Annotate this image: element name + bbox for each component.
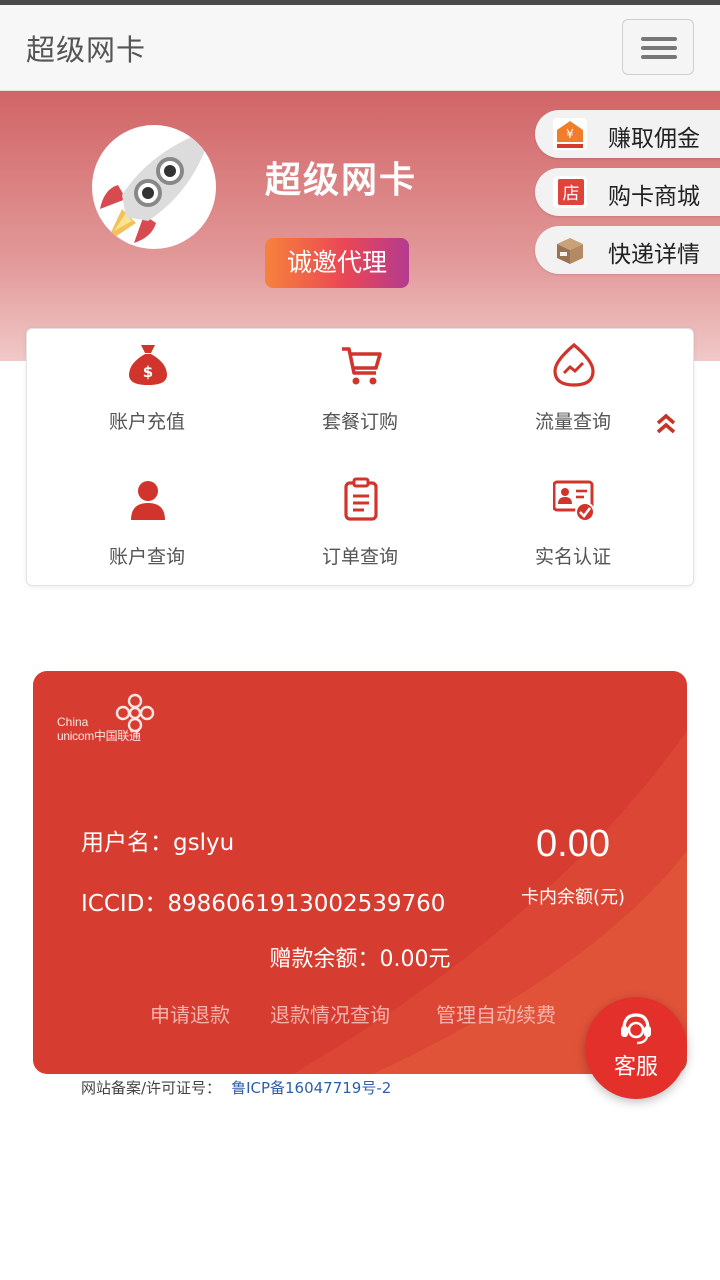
side-link-label: 快递详情	[608, 242, 700, 268]
card-balance-value: 0.00	[536, 823, 610, 865]
clipboard-icon	[344, 477, 378, 521]
hamburger-icon	[641, 37, 677, 41]
navbar: 超级网卡	[0, 5, 720, 91]
iccid-value: 89860619130025397​60	[167, 891, 446, 917]
commission-icon: ¥	[553, 118, 587, 150]
navbar-brand[interactable]: 超级网卡	[26, 27, 146, 69]
grid-item-account-query[interactable]: 账户查询	[47, 464, 247, 574]
grid-item-label: 账户查询	[108, 546, 185, 568]
customer-service-label: 客服	[613, 1055, 658, 1080]
grid-item-label: 订单查询	[321, 546, 398, 568]
customer-service-button[interactable]: 客服	[585, 997, 687, 1099]
express-details-link[interactable]: 快递详情	[535, 226, 720, 274]
grid-item-label: 实名认证	[534, 546, 611, 568]
apply-refund-link[interactable]: 申请退款	[150, 999, 230, 1028]
menu-toggle-button[interactable]	[622, 19, 694, 75]
username-row: 用户名：gslyu	[81, 823, 234, 857]
grid-item-order-query[interactable]: 订单查询	[260, 464, 460, 574]
card-store-link[interactable]: 店 购卡商城	[535, 168, 720, 216]
headset-icon	[621, 1013, 651, 1045]
grid-item-data-query[interactable]: 流量查询	[473, 329, 673, 439]
chevron-double-up-icon[interactable]	[655, 413, 677, 435]
grid-item-label: 流量查询	[534, 411, 611, 433]
id-card-check-icon	[553, 480, 595, 522]
gift-balance-row: 赠款余额：0.00元	[33, 941, 687, 973]
function-grid: $ 账户充值 套餐订购 流量查询 账户查询 订单查询 实名认证	[26, 328, 694, 586]
iccid-label: ICCID：	[81, 891, 168, 917]
rocket-logo	[92, 125, 216, 249]
iccid-row: ICCID：89860619130025397​60	[81, 884, 445, 918]
auto-renew-link[interactable]: 管理自动续费	[436, 999, 556, 1028]
grid-item-label: 账户充值	[108, 411, 185, 433]
user-icon	[131, 481, 165, 520]
side-link-label: 购卡商城	[608, 184, 700, 210]
gift-balance-value: 0.00元	[379, 947, 451, 972]
card-balance-label: 卡内余额(元)	[520, 887, 626, 908]
grid-item-label: 套餐订购	[321, 411, 398, 433]
icp-number-link[interactable]: 鲁ICP备16047719号-2	[231, 1079, 391, 1097]
hero-title: 超级网卡	[265, 160, 418, 201]
rocket-icon	[100, 129, 212, 243]
refund-status-link[interactable]: 退款情况查询	[270, 999, 390, 1028]
cart-icon	[342, 347, 382, 385]
username-label: 用户名：	[81, 830, 173, 856]
earn-commission-link[interactable]: ¥ 赚取佣金	[535, 110, 720, 158]
grid-item-package-order[interactable]: 套餐订购	[260, 329, 460, 439]
package-icon	[557, 238, 583, 264]
side-link-label: 赚取佣金	[608, 126, 700, 152]
gift-balance-label: 赠款余额：	[269, 947, 380, 972]
store-icon: 店	[553, 176, 587, 208]
grid-item-recharge[interactable]: $ 账户充值	[47, 329, 247, 439]
svg-text:店: 店	[563, 184, 580, 204]
grid-item-real-name-auth[interactable]: 实名认证	[473, 464, 673, 574]
icp-footer: 网站备案/许可证号： 鲁ICP备16047719号-2	[81, 1077, 391, 1098]
data-drop-icon	[553, 342, 595, 387]
svg-text:$: $	[143, 363, 153, 381]
money-bag-icon: $	[129, 345, 167, 385]
username-value: gslyu	[173, 830, 235, 856]
sim-card-panel: China unicom中国联通 用户名：gslyu ICCID：8986061…	[33, 671, 687, 1074]
logo-text-unicom: unicom中国联通	[57, 729, 141, 743]
icp-label: 网站备案/许可证号：	[81, 1079, 222, 1097]
invite-agent-button[interactable]: 诚邀代理	[265, 238, 409, 288]
svg-text:¥: ¥	[566, 127, 574, 141]
